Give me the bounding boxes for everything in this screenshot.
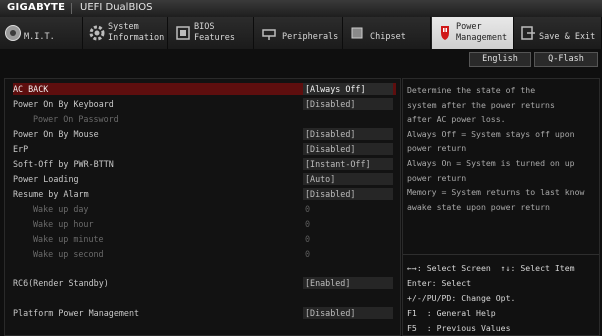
- chipset-icon: [351, 27, 363, 39]
- setting-wake-up-second: Wake up second 0: [13, 248, 396, 260]
- setting-value[interactable]: [Disabled]: [303, 128, 393, 140]
- setting-value[interactable]: [Instant-Off]: [303, 158, 393, 170]
- tab-label: M.I.T.: [24, 32, 55, 42]
- setting-power-on-password: Power On Password: [13, 113, 396, 125]
- tab-label: BIOS Features: [194, 22, 235, 43]
- tab-mit[interactable]: M.I.T.: [0, 17, 83, 49]
- setting-value: 0: [305, 249, 311, 259]
- setting-label: Resume by Alarm: [13, 189, 89, 199]
- setting-label: ErP: [13, 144, 29, 154]
- help-line: Determine the state of the: [407, 85, 536, 95]
- setting-label: Wake up second: [33, 249, 104, 259]
- setting-ac-back[interactable]: AC BACK [Always Off]: [13, 83, 396, 95]
- title-bar: GIGABYTE UEFI DualBIOS: [0, 0, 602, 18]
- setting-label: Power On Password: [33, 114, 119, 124]
- chip-settings-icon: [176, 26, 190, 40]
- gear-icon: [89, 25, 105, 41]
- language-button[interactable]: English: [469, 52, 531, 67]
- power-plug-icon: [441, 26, 449, 40]
- help-description: Determine the state of the system after …: [407, 83, 597, 214]
- setting-label: Platform Power Management: [13, 308, 140, 318]
- key-hint-navigation: ←→: Select Screen ↑↓: Select Item: [407, 263, 575, 273]
- setting-value[interactable]: [Disabled]: [303, 98, 393, 110]
- setting-label: Soft-Off by PWR-BTTN: [13, 159, 114, 169]
- connector-icon: [262, 29, 276, 40]
- help-panel: Determine the state of the system after …: [402, 78, 600, 336]
- divider: [403, 254, 599, 255]
- setting-value: 0: [305, 219, 311, 229]
- help-line: after AC power loss.: [407, 114, 506, 125]
- tab-label: System Information: [108, 22, 165, 43]
- setting-wake-up-day: Wake up day 0: [13, 203, 396, 215]
- tab-save-exit[interactable]: Save & Exit: [515, 17, 602, 49]
- setting-value[interactable]: [Disabled]: [303, 188, 393, 200]
- setting-power-loading[interactable]: Power Loading [Auto]: [13, 173, 396, 185]
- key-hint-enter: Enter: Select: [407, 278, 472, 288]
- tab-peripherals[interactable]: Peripherals: [256, 17, 343, 49]
- setting-power-on-by-keyboard[interactable]: Power On By Keyboard [Disabled]: [13, 98, 396, 110]
- tab-label: Power Management: [456, 22, 508, 43]
- setting-label: Power On By Mouse: [13, 129, 99, 139]
- help-line: Memory = System returns to last know: [407, 187, 585, 198]
- setting-value[interactable]: [Enabled]: [303, 277, 393, 289]
- setting-label: Power On By Keyboard: [13, 99, 114, 109]
- setting-label: Wake up day: [33, 204, 89, 214]
- setting-value: 0: [305, 204, 311, 214]
- setting-erp[interactable]: ErP [Disabled]: [13, 143, 396, 155]
- setting-rc6-render-standby[interactable]: RC6(Render Standby) [Enabled]: [13, 277, 396, 289]
- help-line: power return: [407, 143, 467, 154]
- key-hint-f1: F1 : General Help: [407, 308, 496, 318]
- tab-strip: M.I.T. System Information BIOS Features …: [0, 17, 602, 49]
- setting-wake-up-hour: Wake up hour 0: [13, 218, 396, 230]
- tab-bios-features[interactable]: BIOS Features: [170, 17, 254, 49]
- setting-value[interactable]: [Disabled]: [303, 143, 393, 155]
- setting-label: Power Loading: [13, 174, 79, 184]
- help-line: Always On = System is turned on up: [407, 157, 575, 168]
- setting-value[interactable]: [Auto]: [303, 173, 393, 185]
- setting-power-on-by-mouse[interactable]: Power On By Mouse [Disabled]: [13, 128, 396, 140]
- setting-label: Wake up hour: [33, 219, 94, 229]
- help-line: power return: [407, 172, 467, 183]
- setting-label: RC6(Render Standby): [13, 278, 109, 288]
- tab-system-information[interactable]: System Information: [84, 17, 168, 49]
- settings-panel: AC BACK [Always Off] Power On By Keyboar…: [4, 78, 401, 336]
- help-line: awake state upon power return: [407, 201, 550, 212]
- setting-value: 0: [305, 234, 311, 244]
- key-hint-f5: F5 : Previous Values: [407, 323, 511, 333]
- speedometer-icon: [5, 25, 21, 41]
- tab-label: Save & Exit: [539, 32, 596, 42]
- qflash-button[interactable]: Q-Flash: [534, 52, 598, 67]
- setting-resume-by-alarm[interactable]: Resume by Alarm [Disabled]: [13, 188, 396, 200]
- setting-platform-power-management[interactable]: Platform Power Management [Disabled]: [13, 307, 396, 319]
- setting-value[interactable]: [Always Off]: [303, 83, 393, 95]
- tab-label: Chipset: [370, 32, 406, 42]
- setting-wake-up-minute: Wake up minute 0: [13, 233, 396, 245]
- setting-value[interactable]: [Disabled]: [303, 307, 393, 319]
- setting-label: AC BACK: [13, 84, 49, 94]
- divider: [71, 3, 72, 14]
- key-hint-change: +/-/PU/PD: Change Opt.: [407, 293, 516, 303]
- tab-label: Peripherals: [282, 32, 339, 42]
- setting-label: Wake up minute: [33, 234, 104, 244]
- help-line: system after the power returns: [407, 99, 555, 110]
- exit-icon: [521, 26, 535, 40]
- product-name: UEFI DualBIOS: [80, 2, 153, 13]
- tab-chipset[interactable]: Chipset: [344, 17, 431, 49]
- help-line: Always Off = System stays off upon: [407, 128, 575, 139]
- tab-power-management[interactable]: Power Management: [432, 17, 514, 49]
- brand-logo: GIGABYTE: [7, 2, 66, 13]
- setting-soft-off-pwr-bttn[interactable]: Soft-Off by PWR-BTTN [Instant-Off]: [13, 158, 396, 170]
